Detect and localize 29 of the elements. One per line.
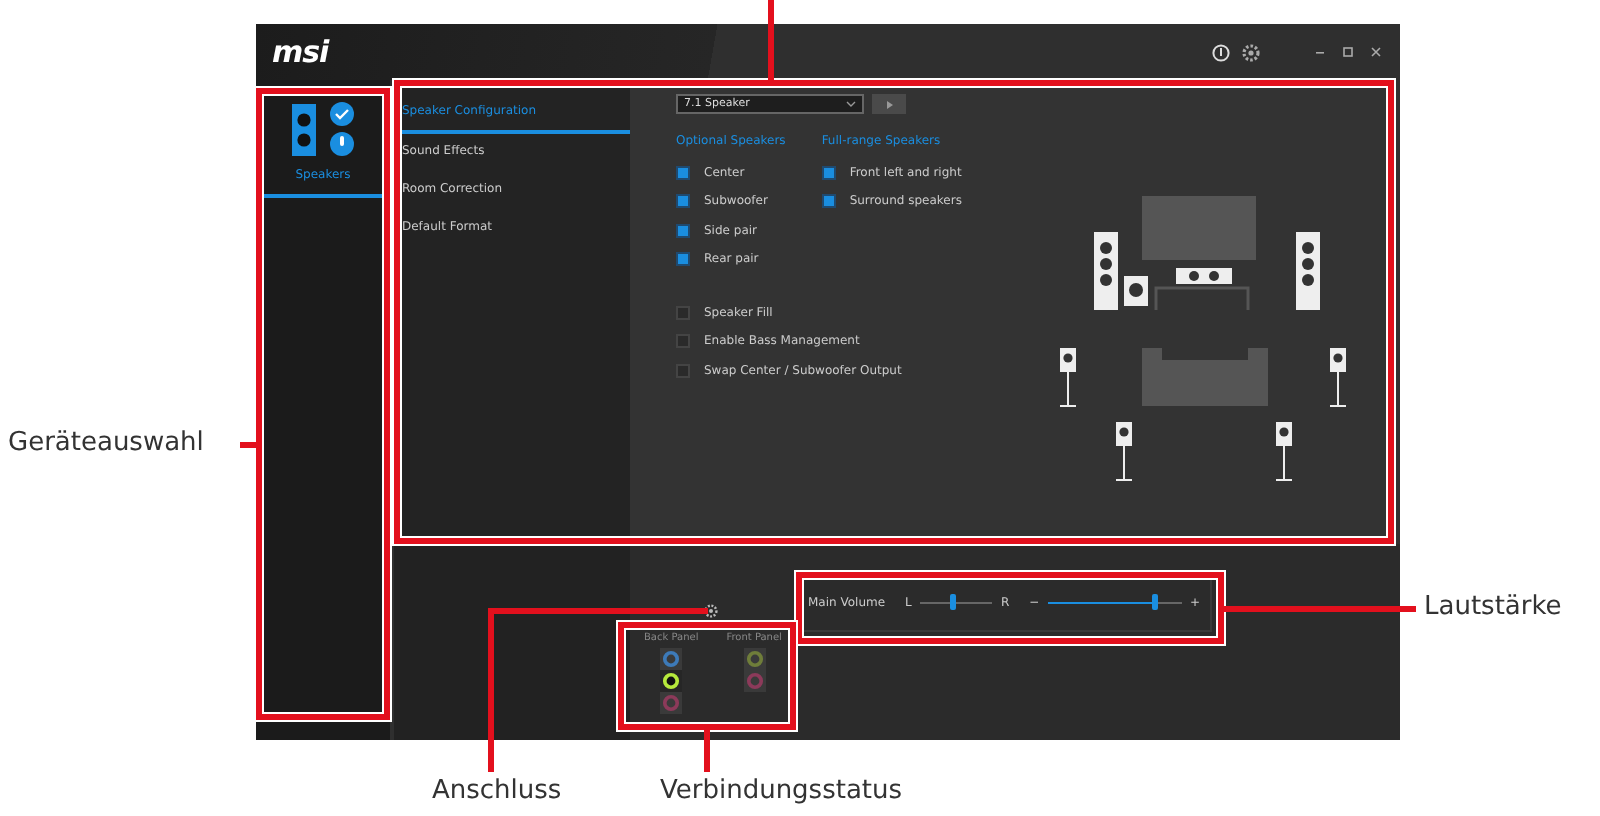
checkbox[interactable] xyxy=(676,252,690,267)
checkbox[interactable] xyxy=(676,223,690,238)
speaker-device-icon xyxy=(287,100,359,160)
checkbox[interactable] xyxy=(676,165,690,180)
checkbox[interactable] xyxy=(821,165,836,180)
chevron-down-icon xyxy=(846,100,856,108)
volume-slider[interactable] xyxy=(1047,594,1182,610)
settings-icon[interactable] xyxy=(704,604,718,618)
callout-label: Geräteauswahl xyxy=(8,428,204,458)
slider-thumb[interactable] xyxy=(1152,594,1158,610)
callout-label: Verbindungsstatus xyxy=(660,776,903,806)
leader-line xyxy=(704,730,710,772)
maximize-icon[interactable] xyxy=(1340,44,1356,60)
balance-slider[interactable] xyxy=(919,594,993,610)
play-icon xyxy=(885,99,893,109)
play-button[interactable] xyxy=(872,94,906,114)
checkbox[interactable] xyxy=(676,334,690,349)
leader-line xyxy=(768,0,774,80)
settings-icon[interactable] xyxy=(1242,43,1260,61)
info-icon[interactable] xyxy=(1212,43,1230,61)
callout-label: Lautstärke xyxy=(1424,592,1562,622)
slider-thumb[interactable] xyxy=(949,594,956,610)
callout-label: Anschluss xyxy=(432,776,562,806)
checkbox[interactable] xyxy=(676,363,690,378)
checkbox[interactable] xyxy=(676,194,690,209)
checkbox[interactable] xyxy=(821,194,836,209)
logo: msi xyxy=(272,34,329,70)
checkbox[interactable] xyxy=(676,305,690,320)
close-icon[interactable] xyxy=(1368,44,1384,60)
